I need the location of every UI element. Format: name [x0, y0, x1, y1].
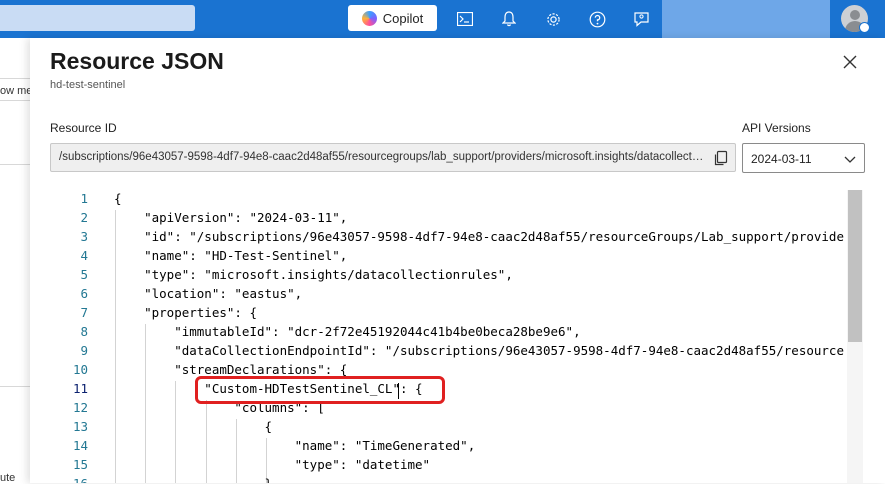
highlight-annotation — [195, 376, 445, 404]
search-input[interactable] — [0, 5, 195, 31]
code-text: "dataCollectionEndpointId": "/subscripti… — [114, 343, 844, 358]
code-text: "id": "/subscriptions/96e43057-9598-4df7… — [114, 229, 844, 244]
code-text: { — [114, 419, 273, 434]
bell-icon[interactable] — [496, 6, 522, 32]
background-blade: ow me ute — [0, 38, 32, 484]
gear-icon[interactable] — [540, 6, 566, 32]
terminal-icon[interactable] — [452, 6, 478, 32]
code-text: "apiVersion": "2024-03-11", — [114, 210, 348, 225]
code-line: 2 "apiVersion": "2024-03-11", — [50, 210, 864, 229]
line-number: 8 — [80, 324, 88, 339]
line-number: 3 — [80, 229, 88, 244]
code-line: 4 "name": "HD-Test-Sentinel", — [50, 248, 864, 267]
line-number: 4 — [80, 248, 88, 263]
code-line: 11 "Custom-HDTestSentinel_CL": { — [50, 381, 864, 400]
line-number: 15 — [72, 457, 88, 472]
line-number: 2 — [80, 210, 88, 225]
code-line: 1{ — [50, 191, 864, 210]
copy-button[interactable] — [713, 150, 729, 166]
resource-id-value: /subscriptions/96e43057-9598-4df7-94e8-c… — [59, 151, 705, 163]
help-icon[interactable] — [584, 6, 610, 32]
view-more-link[interactable]: ow me — [0, 85, 32, 97]
code-line: 15 "type": "datetime" — [50, 457, 864, 476]
copilot-label: Copilot — [382, 10, 424, 26]
code-line: 8 "immutableId": "dcr-2f72e45192044c41b4… — [50, 324, 864, 343]
account-menu[interactable] — [831, 0, 885, 38]
json-editor[interactable]: 1{2 "apiVersion": "2024-03-11", 3 "id": "… — [50, 188, 864, 483]
chevron-down-icon — [844, 156, 856, 163]
line-number: 12 — [72, 400, 88, 415]
code-line: 12 "columns": [ — [50, 400, 864, 419]
account-directory[interactable] — [662, 0, 830, 38]
code-text: "name": "HD-Test-Sentinel", — [114, 248, 348, 263]
resource-name: hd-test-sentinel — [50, 79, 126, 91]
copilot-icon — [361, 10, 377, 26]
code-text: "type": "microsoft.insights/datacollecti… — [114, 267, 513, 282]
code-line: 10 "streamDeclarations": { — [50, 362, 864, 381]
close-icon — [843, 55, 857, 69]
code-line: 9 "dataCollectionEndpointId": "/subscrip… — [50, 343, 864, 362]
api-versions-label: API Versions — [742, 121, 811, 135]
line-number: 11 — [72, 381, 88, 396]
code-text: "streamDeclarations": { — [114, 362, 348, 377]
resource-id-label: Resource ID — [50, 121, 117, 135]
line-number: 7 — [80, 305, 88, 320]
resource-id-field[interactable]: /subscriptions/96e43057-9598-4df7-94e8-c… — [50, 143, 736, 172]
line-number: 16 — [50, 476, 88, 483]
api-version-dropdown[interactable]: 2024-03-11 — [742, 143, 865, 173]
status-badge — [859, 22, 870, 33]
line-number: 9 — [80, 343, 88, 358]
top-bar: Copilot — [0, 0, 885, 38]
line-number: 14 — [72, 438, 88, 453]
code-text: { — [114, 191, 122, 206]
line-number: 5 — [80, 267, 88, 282]
code-line: 3 "id": "/subscriptions/96e43057-9598-4d… — [50, 229, 864, 248]
left-fragment-text: ute — [0, 472, 16, 484]
code-line: 7 "properties": { — [50, 305, 864, 324]
code-text: "properties": { — [114, 305, 257, 320]
page-title: Resource JSON — [50, 48, 224, 74]
api-version-value: 2024-03-11 — [751, 152, 812, 166]
close-button[interactable] — [840, 52, 860, 72]
code-line: 5 "type": "microsoft.insights/datacollec… — [50, 267, 864, 286]
code-text: "location": "eastus", — [114, 286, 303, 301]
copilot-button[interactable]: Copilot — [348, 5, 437, 31]
code-line: 14 "name": "TimeGenerated", — [50, 438, 864, 457]
line-number: 1 — [80, 191, 88, 206]
code-text: "type": "datetime" — [114, 457, 431, 472]
line-number: 10 — [72, 362, 88, 377]
code-text: "immutableId": "dcr-2f72e45192044c41b4be… — [114, 324, 581, 339]
text-cursor — [398, 383, 399, 399]
code-line: 6 "location": "eastus", — [50, 286, 864, 305]
code-text: "name": "TimeGenerated", — [114, 438, 476, 453]
code-line: 16 }, — [50, 476, 864, 483]
feedback-icon[interactable] — [628, 6, 654, 32]
line-number: 6 — [80, 286, 88, 301]
scrollbar-thumb[interactable] — [848, 190, 862, 342]
line-number: 13 — [72, 419, 88, 434]
code-text: }, — [114, 476, 280, 483]
code-line: 13 { — [50, 419, 864, 438]
copy-icon — [714, 150, 728, 166]
